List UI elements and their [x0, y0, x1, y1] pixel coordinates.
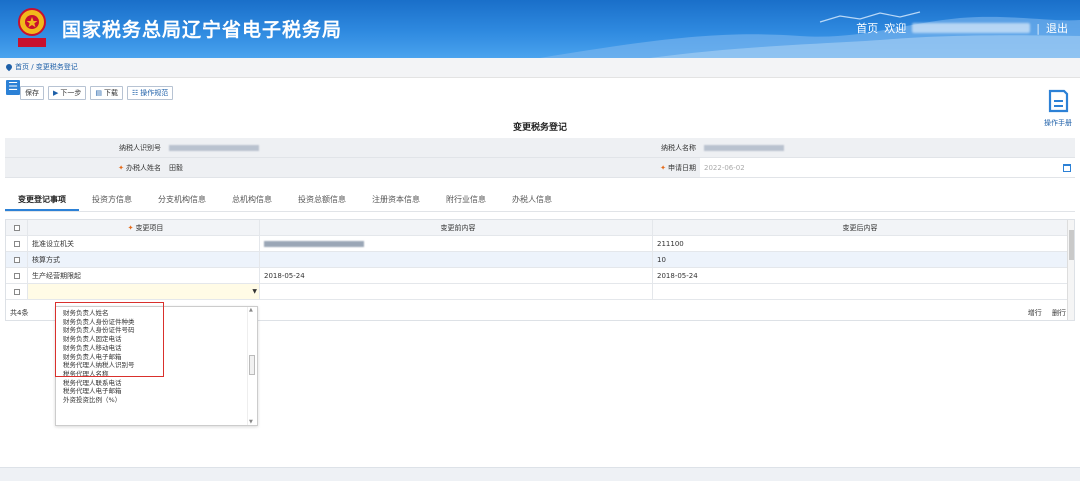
save-label: 保存 [25, 89, 39, 97]
agent-name-value: 田毅 [165, 158, 540, 177]
next-label: 下一步 [60, 89, 82, 97]
agent-name-label-cell: ✦ 办税人姓名 [5, 158, 165, 177]
taxpayer-name-label: 纳税人名称 [540, 138, 700, 157]
download-label: 下载 [104, 89, 119, 97]
home-link[interactable]: 首页 [856, 20, 878, 36]
tab-additional-industry[interactable]: 附行业信息 [433, 188, 499, 211]
menu-icon[interactable]: ☰ [6, 80, 20, 95]
tab-agent-info[interactable]: 办税人信息 [499, 188, 565, 211]
welcome-text: 欢迎 [884, 22, 907, 35]
row-before[interactable] [260, 284, 653, 299]
play-icon: ▶ [53, 89, 59, 97]
tab-head-office[interactable]: 总机构信息 [219, 188, 285, 211]
grid-header: ✦ 变更项目 变更前内容 变更后内容 [6, 220, 1074, 236]
info-row: ✦ 办税人姓名 田毅 ✦ 申请日期 2022-06-02 [5, 158, 1075, 178]
row-item[interactable]: 核算方式 [28, 252, 260, 267]
tab-bar: 变更登记事项 投资方信息 分支机构信息 总机构信息 投资总额信息 注册资本信息 … [5, 188, 1075, 212]
scroll-down-icon[interactable]: ▼ [249, 419, 253, 425]
agent-name-label: 办税人姓名 [126, 164, 161, 172]
required-mark: ✦ [118, 164, 124, 172]
header-item-cell: ✦ 变更项目 [28, 220, 260, 235]
scroll-thumb[interactable] [249, 355, 255, 375]
table-row[interactable]: 核算方式 10 [6, 252, 1074, 268]
required-mark: ✦ [127, 224, 134, 232]
row-after[interactable]: 211100 [653, 236, 1063, 251]
row-checkbox[interactable] [6, 252, 28, 267]
change-item-select[interactable]: ▼ [28, 284, 260, 299]
site-title: 国家税务总局辽宁省电子税务局 [62, 19, 343, 41]
apply-date-label: 申请日期 [668, 164, 696, 172]
row-item[interactable]: 生产经营期限起 [28, 268, 260, 283]
header-separator: | [1036, 21, 1040, 35]
row-actions: 增行 删行 [1020, 305, 1066, 321]
row-item[interactable]: 批准设立机关 [28, 236, 260, 251]
table-row[interactable]: 生产经营期限起 2018-05-24 2018-05-24 [6, 268, 1074, 284]
tab-branches[interactable]: 分支机构信息 [145, 188, 219, 211]
taxpayer-id-label: 纳税人识别号 [5, 138, 165, 157]
logout-link[interactable]: 退出 [1046, 20, 1068, 36]
row-before[interactable]: 2018-05-24 [260, 268, 653, 283]
site-header: 国家税务总局辽宁省电子税务局 首页 欢迎 | 退出 [0, 0, 1080, 58]
header-after: 变更后内容 [842, 224, 878, 232]
header-links: 首页 欢迎 | 退出 [856, 20, 1068, 36]
apply-date-value: 2022-06-02 [704, 164, 745, 172]
table-row[interactable]: 批准设立机关 211100 [6, 236, 1074, 252]
info-row: 纳税人识别号 纳税人名称 [5, 138, 1075, 158]
manual-icon [1048, 89, 1069, 113]
toolbar: 保存 ▶ 下一步 ▤ 下载 ☷ 操作规范 [20, 86, 174, 100]
tab-total-investment[interactable]: 投资总额信息 [285, 188, 359, 211]
location-pin-icon [4, 62, 14, 72]
row-before-redacted[interactable] [260, 236, 653, 251]
footer-bar [0, 467, 1080, 481]
guide-label: 操作规范 [140, 89, 169, 97]
next-button[interactable]: ▶ 下一步 [48, 86, 87, 100]
taxpayer-name-value [700, 138, 1075, 157]
people-icon: ☷ [132, 89, 139, 97]
apply-date-field[interactable]: 2022-06-02 [700, 158, 1075, 177]
user-name-redacted [912, 23, 1031, 33]
save-button[interactable]: 保存 [20, 86, 44, 100]
breadcrumb-text[interactable]: 首页 / 变更税务登记 [15, 62, 78, 72]
guide-button[interactable]: ☷ 操作规范 [127, 86, 174, 100]
form-title: 变更税务登记 [512, 123, 567, 133]
row-after[interactable]: 2018-05-24 [653, 268, 1063, 283]
header-item: 变更项目 [135, 224, 164, 232]
apply-date-label-cell: ✦ 申请日期 [540, 158, 700, 177]
row-checkbox[interactable] [6, 284, 28, 299]
list-item[interactable]: 税务代理人电子邮箱 [63, 387, 135, 396]
header-before: 变更前内容 [260, 220, 653, 235]
scroll-up-icon[interactable]: ▲ [249, 307, 253, 313]
breadcrumb: 首页 / 变更税务登记 [4, 62, 78, 72]
highlight-annotation [55, 302, 164, 377]
row-after[interactable] [653, 284, 1063, 299]
chevron-down-icon[interactable]: ▼ [252, 284, 257, 299]
delete-row-button[interactable]: 删行 [1052, 309, 1066, 317]
download-button[interactable]: ▤ 下载 [90, 86, 124, 100]
tab-registered-capital[interactable]: 注册资本信息 [359, 188, 433, 211]
taxpayer-info: 纳税人识别号 纳税人名称 ✦ 办税人姓名 田毅 ✦ 申请日期 2022-06-02 [5, 138, 1075, 178]
select-all-checkbox[interactable] [6, 220, 28, 235]
row-after[interactable]: 10 [653, 252, 1063, 267]
list-item[interactable]: 外资投资比例（%） [63, 396, 135, 405]
download-icon: ▤ [95, 89, 103, 97]
tab-investors[interactable]: 投资方信息 [79, 188, 145, 211]
tab-change-items[interactable]: 变更登记事项 [5, 188, 79, 211]
row-count: 共4条 [10, 309, 29, 317]
row-checkbox[interactable] [6, 268, 28, 283]
page: 国家税务总局辽宁省电子税务局 首页 欢迎 | 退出 首页 / 变更税务登记 ☰ … [0, 0, 1080, 481]
taxpayer-id-value [165, 138, 540, 157]
dropdown-scrollbar[interactable]: ▲ ▼ [247, 307, 255, 425]
add-row-button[interactable]: 增行 [1028, 309, 1042, 317]
row-before[interactable] [260, 252, 653, 267]
row-checkbox[interactable] [6, 236, 28, 251]
tax-emblem-icon [18, 8, 46, 47]
table-row[interactable]: ▼ [6, 284, 1074, 300]
required-mark: ✦ [660, 164, 666, 172]
calendar-icon[interactable] [1063, 164, 1071, 172]
